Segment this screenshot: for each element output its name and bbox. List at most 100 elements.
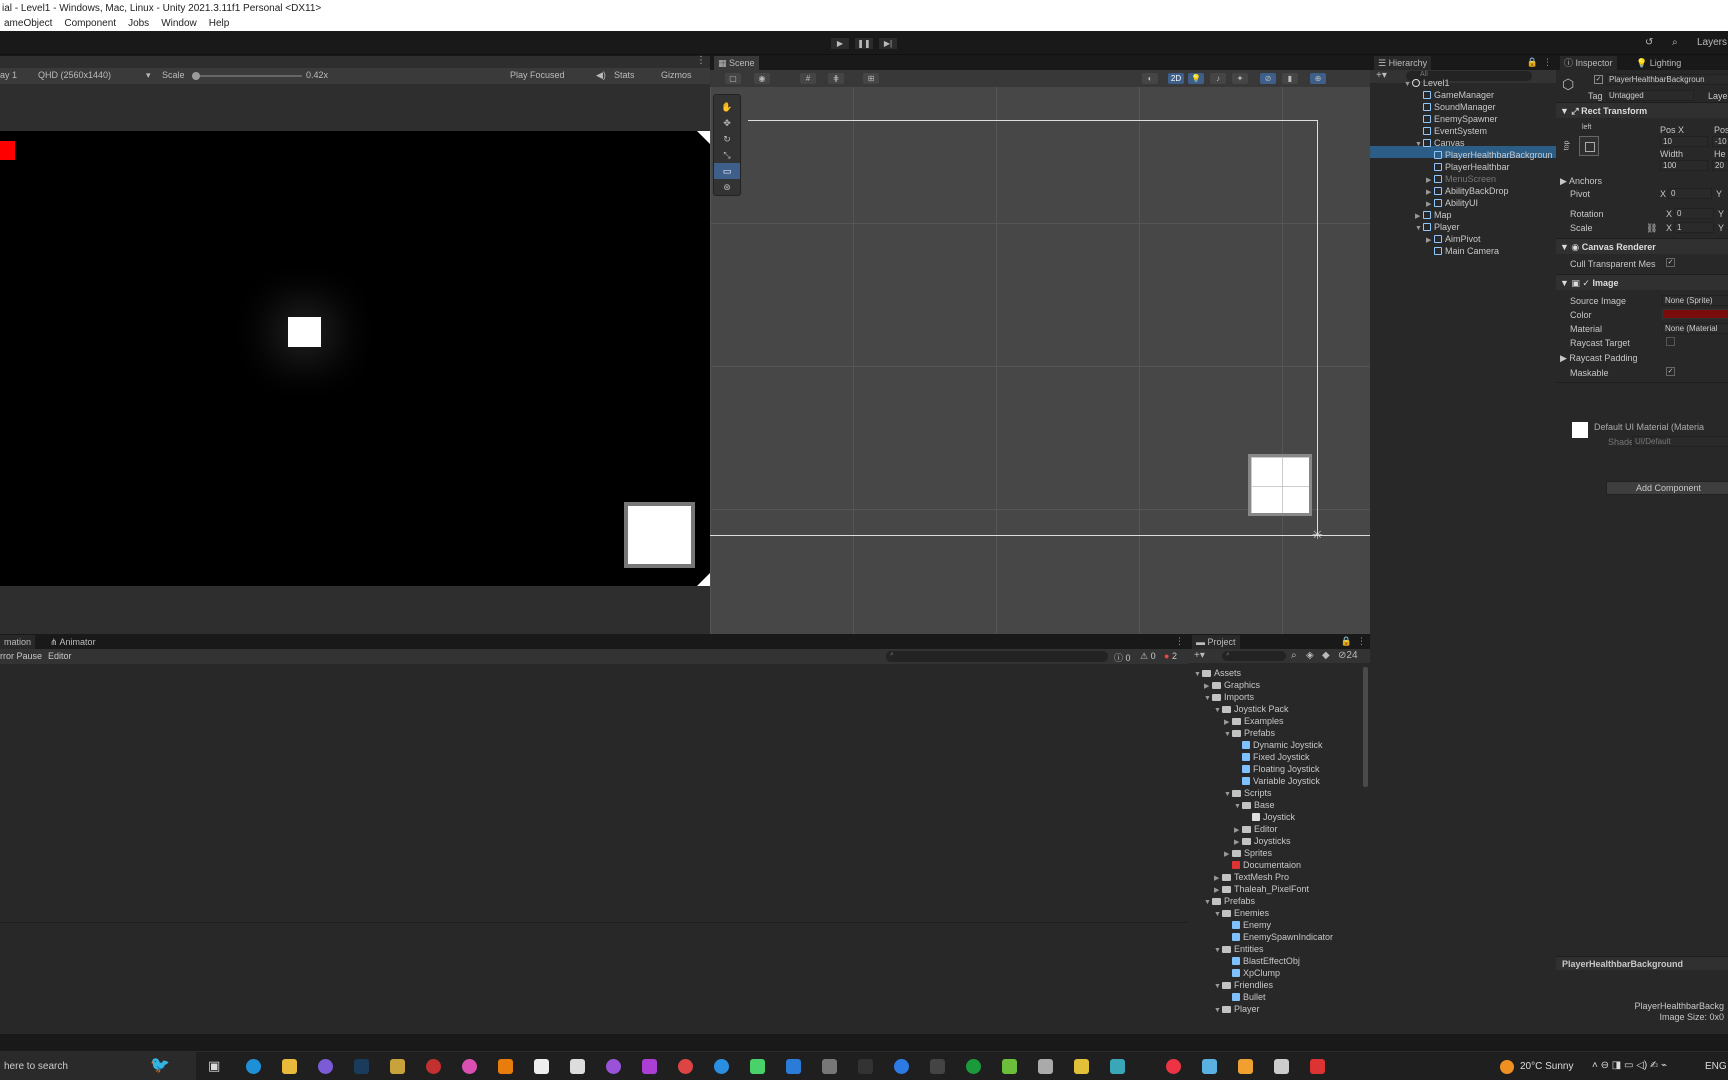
preview-title[interactable]: PlayerHealthbarBackground (1562, 959, 1683, 969)
project-item[interactable]: ▶ Editor (1234, 824, 1278, 834)
hierarchy-item[interactable]: SoundManager (1415, 102, 1496, 112)
hierarchy-item[interactable]: ▶ Map (1415, 210, 1452, 220)
snap-icon[interactable]: ⋕ (828, 73, 844, 84)
tray-icons[interactable]: ˄ ⊖ ◨ ▭ ◁) ✍ ⌁ (1592, 1060, 1667, 1071)
foldout-arrow-icon[interactable]: ▶ (1214, 874, 1222, 882)
source-image-field[interactable]: None (Sprite) (1662, 295, 1728, 306)
app-icon[interactable] (642, 1059, 657, 1074)
display-dropdown[interactable]: ay 1 (0, 70, 17, 80)
object-name-field[interactable]: PlayerHealthbarBackgroun (1606, 74, 1728, 85)
minecraft-icon[interactable] (750, 1059, 765, 1074)
unity-hub-icon[interactable] (570, 1059, 585, 1074)
foldout-arrow-icon[interactable]: ▶ (1214, 886, 1222, 894)
foldout-arrow-icon[interactable]: ▼ (1415, 225, 1423, 232)
tab-animation[interactable]: mation (0, 635, 36, 649)
project-item[interactable]: Documentaion (1224, 860, 1301, 870)
foldout-arrow-icon[interactable]: ▼ (1214, 947, 1222, 954)
step-button[interactable]: ▶| (878, 37, 898, 50)
gizmo-toggle-icon[interactable]: ⊕ (1310, 73, 1326, 84)
foldout-arrow-icon[interactable]: ▼ (1214, 983, 1222, 990)
hierarchy-item[interactable]: Main Camera (1426, 246, 1499, 256)
rect-transform-header[interactable]: ▼ ⤢ Rect Transform (1556, 102, 1728, 118)
project-item[interactable]: ▼ Entities (1214, 944, 1264, 954)
hierarchy-item[interactable]: ▶ AbilityBackDrop (1426, 186, 1509, 196)
hierarchy-item[interactable]: ▶ MenuScreen (1426, 174, 1496, 184)
unity-icon[interactable] (1274, 1059, 1289, 1074)
foldout-arrow-icon[interactable]: ▼ (1204, 899, 1212, 906)
project-item[interactable]: ▶ Thaleah_PixelFont (1214, 884, 1309, 894)
image-header[interactable]: ▼ ▣ ✓ Image (1556, 274, 1728, 290)
active-checkbox[interactable]: ✓ (1594, 75, 1603, 84)
tab-scene[interactable]: ▦ Scene (714, 56, 759, 70)
grid-snap-icon[interactable]: # (800, 73, 816, 84)
panel-menu-icon[interactable]: ⋮ (1175, 636, 1184, 647)
hierarchy-item[interactable]: EventSystem (1415, 126, 1487, 136)
effects-icon[interactable]: ✦ (1232, 73, 1248, 84)
project-item[interactable]: ▼ Assets (1194, 668, 1241, 678)
camera-icon[interactable]: ▮ (1282, 73, 1298, 84)
app-icon[interactable] (894, 1059, 909, 1074)
lock-icon[interactable]: 🔒 (1341, 636, 1352, 647)
hierarchy-item[interactable]: GameManager (1415, 90, 1494, 100)
material-field[interactable]: None (Material (1662, 323, 1728, 334)
foldout-arrow-icon[interactable]: ▶ (1426, 176, 1434, 184)
project-item[interactable]: ▼ Prefabs (1224, 728, 1275, 738)
increment-snap-icon[interactable]: ⊞ (863, 73, 879, 84)
foldout-arrow-icon[interactable]: ▼ (1214, 707, 1222, 714)
foldout-arrow-icon[interactable]: ▼ (1415, 141, 1423, 148)
play-button[interactable]: ▶ (830, 37, 850, 50)
canvas-renderer-header[interactable]: ▼ ◉ Canvas Renderer (1556, 238, 1728, 254)
project-item[interactable]: ▼ Enemies (1214, 908, 1269, 918)
app-icon[interactable] (462, 1059, 477, 1074)
weather-text[interactable]: 20°C Sunny (1520, 1061, 1573, 1072)
anchors-foldout[interactable]: ▶ Anchors (1560, 176, 1602, 187)
taskbar-search-box[interactable]: here to search 🐦 (0, 1052, 196, 1080)
transform-tool-icon[interactable]: ⊛ (714, 179, 740, 195)
raycast-target-checkbox[interactable] (1666, 337, 1675, 346)
foldout-arrow-icon[interactable]: ▶ (1224, 850, 1232, 858)
app-icon[interactable] (1074, 1059, 1089, 1074)
project-item[interactable]: EnemySpawnIndicator (1224, 932, 1333, 942)
scale-x-field[interactable]: 1 (1674, 222, 1714, 233)
mode-2d-button[interactable]: 2D (1168, 73, 1184, 84)
audio-icon[interactable]: ♪ (1210, 73, 1226, 84)
tag-dropdown[interactable]: Untagged (1606, 90, 1694, 101)
lighting-icon[interactable]: 💡 (1188, 73, 1204, 84)
foldout-arrow-icon[interactable]: ▼ (1214, 1007, 1222, 1014)
project-item[interactable]: XpClump (1224, 968, 1280, 978)
app-icon[interactable] (318, 1059, 333, 1074)
rect-tool-icon[interactable]: ▭ (714, 163, 740, 179)
foldout-arrow-icon[interactable]: ▼ (1224, 791, 1232, 798)
lock-icon[interactable]: 🔒 (1527, 57, 1538, 68)
menu-window[interactable]: Window (159, 17, 199, 31)
panel-menu-icon[interactable]: ⋮ (696, 55, 706, 66)
panel-menu-icon[interactable]: ⋮ (1357, 636, 1366, 647)
foldout-arrow-icon[interactable]: ▶ (1426, 188, 1434, 196)
foldout-arrow-icon[interactable]: ▶ (1426, 236, 1434, 244)
app-icon[interactable] (534, 1059, 549, 1074)
mute-icon[interactable]: ◀) (596, 70, 606, 81)
app-icon[interactable] (678, 1059, 693, 1074)
menu-component[interactable]: Component (62, 17, 118, 31)
pause-button[interactable]: ❚❚ (854, 37, 874, 50)
console-search-input[interactable]: ⌕ (886, 651, 1108, 662)
pivot-gizmo-icon[interactable]: ✳ (1312, 527, 1323, 543)
project-item[interactable]: ▶ Graphics (1204, 680, 1260, 690)
app-icon[interactable] (858, 1059, 873, 1074)
raycast-padding-foldout[interactable]: ▶ Raycast Padding (1560, 353, 1637, 364)
layers-dropdown[interactable]: Layers (1697, 37, 1727, 48)
type-filter-icon[interactable]: ◈ (1306, 650, 1314, 661)
tab-hierarchy[interactable]: ☰ Hierarchy (1374, 56, 1432, 70)
github-icon[interactable] (606, 1059, 621, 1074)
app-icon[interactable] (1202, 1059, 1217, 1074)
project-item[interactable]: BlastEffectObj (1224, 956, 1300, 966)
app-icon[interactable] (1110, 1059, 1125, 1074)
hierarchy-item[interactable]: ▶ AbilityUI (1426, 198, 1478, 208)
file-explorer-icon[interactable] (282, 1059, 297, 1074)
task-view-icon[interactable]: ▣ (208, 1058, 220, 1074)
tab-animator[interactable]: ⋔ Animator (46, 635, 100, 649)
height-field[interactable]: 20 (1712, 160, 1728, 171)
rotate-tool-icon[interactable]: ↻ (714, 131, 740, 147)
rotation-x-field[interactable]: 0 (1674, 208, 1714, 219)
project-search-input[interactable]: ⌕ (1222, 651, 1286, 661)
